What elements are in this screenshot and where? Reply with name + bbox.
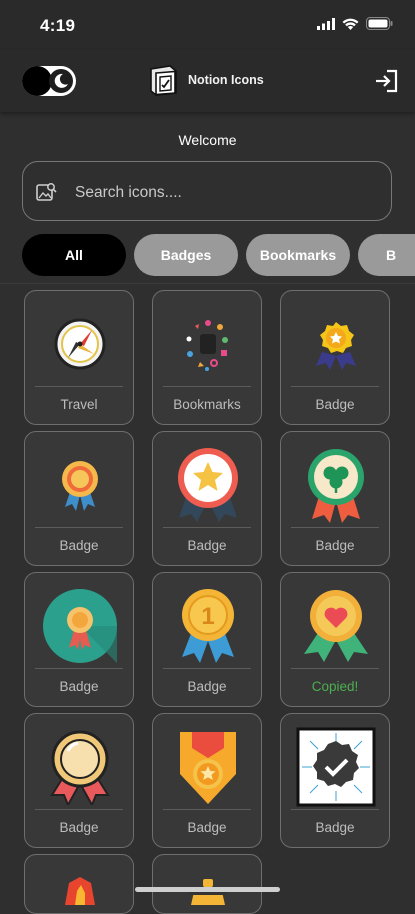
status-time: 4:19	[40, 16, 76, 35]
status-icons	[317, 17, 393, 30]
card-divider	[163, 527, 251, 528]
card-divider	[35, 386, 123, 387]
icon-card[interactable]: Copied!	[280, 572, 390, 707]
icon-card[interactable]: Badge	[152, 431, 262, 566]
filter-chip-badges[interactable]: Badges	[134, 234, 238, 276]
search-bar[interactable]	[22, 161, 392, 221]
category-filters: All Badges Bookmarks B	[0, 234, 415, 276]
card-label-copied: Copied!	[311, 679, 359, 694]
card-label: Travel	[60, 397, 98, 412]
card-label: Badge	[187, 820, 227, 835]
icon-card[interactable]: Badge	[280, 431, 390, 566]
status-bar: 4:19	[0, 0, 415, 50]
teal-circle-medal-icon	[25, 585, 135, 667]
card-label: Badge	[59, 538, 99, 553]
filter-chip-partial[interactable]: B	[358, 234, 415, 276]
card-label: Badge	[187, 538, 227, 553]
card-label: Badge	[59, 679, 99, 694]
toggle-track-dark	[22, 66, 52, 96]
star-medal-icon	[281, 303, 391, 385]
moon-icon	[49, 69, 73, 93]
card-divider	[163, 386, 251, 387]
wifi-icon	[342, 18, 359, 30]
fire-badge-icon	[55, 875, 105, 910]
compass-icon	[25, 303, 135, 385]
welcome-text: Welcome	[178, 132, 237, 148]
gold-medal-icon	[25, 726, 135, 808]
card-label: Bookmarks	[173, 397, 241, 412]
card-label: Badge	[315, 820, 355, 835]
card-divider	[291, 386, 379, 387]
number-one-medal-icon: 1	[153, 585, 263, 667]
header-divider	[0, 283, 415, 284]
battery-icon	[366, 17, 393, 30]
filter-chip-bookmarks[interactable]: Bookmarks	[246, 234, 350, 276]
trophy-badge-icon	[185, 879, 231, 910]
dark-mode-toggle[interactable]	[22, 66, 76, 96]
heart-medal-icon	[281, 585, 391, 667]
app-title: Notion Icons	[188, 73, 264, 87]
notion-logo-icon	[150, 65, 177, 96]
home-indicator	[135, 887, 280, 892]
signal-icon	[317, 17, 335, 30]
card-divider	[291, 527, 379, 528]
card-divider	[35, 527, 123, 528]
star-rosette-icon	[153, 444, 263, 526]
icon-card-partial[interactable]	[24, 854, 134, 914]
card-divider	[35, 809, 123, 810]
svg-text:1: 1	[201, 603, 214, 630]
icon-card[interactable]: Badge	[152, 713, 262, 848]
check-badge-icon	[281, 726, 391, 808]
clover-medal-icon	[281, 444, 391, 526]
card-divider	[291, 809, 379, 810]
card-divider	[163, 809, 251, 810]
card-label: Badge	[59, 820, 99, 835]
icon-card[interactable]: Travel	[24, 290, 134, 425]
card-divider	[291, 668, 379, 669]
search-input[interactable]	[73, 180, 377, 206]
rosette-ribbon-icon	[25, 444, 135, 526]
icon-card[interactable]: Badge	[24, 572, 134, 707]
icon-card[interactable]: Badge	[24, 431, 134, 566]
icon-card[interactable]: 1 Badge	[152, 572, 262, 707]
app-header: Notion Icons	[0, 50, 415, 112]
icon-card-partial[interactable]	[152, 854, 262, 914]
image-search-icon	[36, 183, 57, 201]
logout-icon[interactable]	[373, 68, 399, 94]
card-label: Badge	[315, 538, 355, 553]
filter-chip-all[interactable]: All	[22, 234, 126, 276]
icon-card[interactable]: Badge	[24, 713, 134, 848]
card-divider	[35, 668, 123, 669]
icon-card[interactable]: Badge	[280, 290, 390, 425]
card-label: Badge	[187, 679, 227, 694]
icon-card[interactable]: Badge	[280, 713, 390, 848]
card-divider	[163, 668, 251, 669]
bookmarks-shapes-icon	[153, 303, 263, 385]
card-label: Badge	[315, 397, 355, 412]
icon-card[interactable]: Bookmarks	[152, 290, 262, 425]
shield-star-medal-icon	[153, 726, 263, 808]
